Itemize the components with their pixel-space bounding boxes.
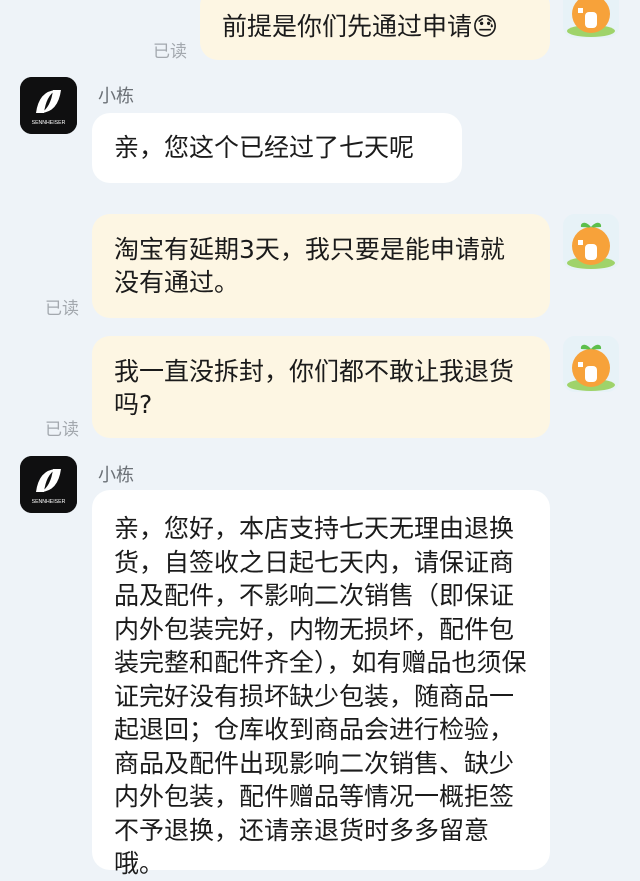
message-text: 亲，您好，本店支持七天无理由退换货，自签收之日起七天内，请保证商品及配件，不影响… — [114, 514, 527, 878]
outgoing-message-bubble[interactable]: 前提是你们先通过申请😓 — [200, 0, 550, 60]
incoming-message-bubble[interactable]: 亲，您好，本店支持七天无理由退换货，自签收之日起七天内，请保证商品及配件，不影响… — [92, 490, 550, 878]
message-text: 淘宝有延期3天，我只要是能申请就没有通过。 — [114, 235, 505, 297]
read-status: 已读 — [153, 42, 187, 62]
incoming-message-bubble[interactable]: 亲，您这个已经过了七天呢 — [92, 113, 462, 183]
message-text: 我一直没拆封，你们都不敢让我退货吗? — [114, 357, 515, 419]
user-avatar[interactable] — [563, 0, 619, 38]
sennheiser-logo-icon: SENNHEISER — [20, 456, 77, 513]
user-avatar[interactable] — [563, 336, 619, 392]
sennheiser-logo-icon: SENNHEISER — [20, 77, 77, 134]
user-avatar[interactable] — [563, 214, 619, 270]
shop-avatar[interactable]: SENNHEISER — [20, 456, 77, 513]
orange-house-icon — [563, 214, 619, 270]
outgoing-message-bubble[interactable]: 淘宝有延期3天，我只要是能申请就没有通过。 — [92, 214, 550, 318]
svg-text:SENNHEISER: SENNHEISER — [32, 499, 66, 505]
shop-avatar[interactable]: SENNHEISER — [20, 77, 77, 134]
message-text: 前提是你们先通过申请😓 — [222, 12, 499, 41]
read-status: 已读 — [45, 420, 79, 440]
orange-house-icon — [563, 0, 619, 38]
sender-name: 小栋 — [98, 465, 134, 486]
svg-text:SENNHEISER: SENNHEISER — [32, 120, 66, 126]
message-text: 亲，您这个已经过了七天呢 — [114, 133, 415, 162]
read-status: 已读 — [45, 299, 79, 319]
outgoing-message-bubble[interactable]: 我一直没拆封，你们都不敢让我退货吗? — [92, 336, 550, 438]
sender-name: 小栋 — [98, 86, 134, 107]
orange-house-icon — [563, 336, 619, 392]
